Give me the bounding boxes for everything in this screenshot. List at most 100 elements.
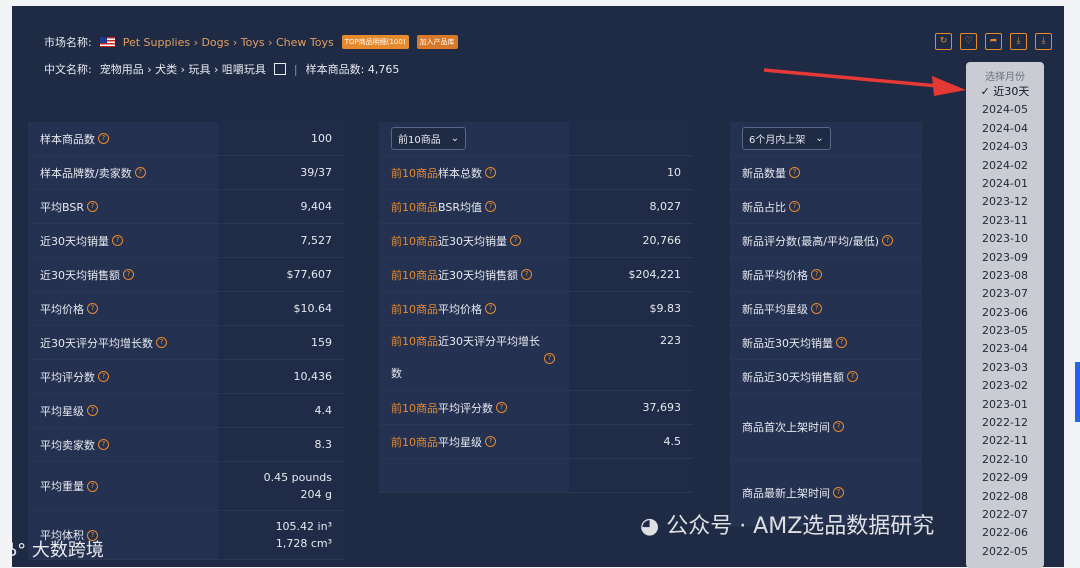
listing-period-select[interactable]: 6个月内上架 ⌄ — [742, 127, 831, 150]
new-product-label: 商品首次上架时间? — [730, 394, 922, 459]
month-dropdown[interactable]: 选择月份 ✓ 近30天 2024-05 2024-04 2024-03 2024-02 2… — [966, 62, 1044, 568]
month-option[interactable]: 2023-03 — [966, 359, 1044, 377]
heart-icon[interactable]: ♡ — [960, 33, 977, 50]
new-product-label: 新品数量? — [730, 156, 922, 189]
help-icon[interactable]: ? — [485, 436, 496, 447]
help-icon[interactable]: ? — [836, 337, 847, 348]
help-icon[interactable]: ? — [510, 235, 521, 246]
month-option-label: 2024-01 — [982, 176, 1028, 190]
top10-prefix: 前10商品 — [391, 200, 438, 214]
help-icon[interactable]: ? — [521, 269, 532, 280]
stat-row: 近30天均销量? 7,527 — [28, 224, 344, 258]
help-icon[interactable]: ? — [123, 269, 134, 280]
stat-row: 近30天均销售额? $77,607 — [28, 258, 344, 292]
stat-label: 近30天评分平均增长数? — [28, 326, 218, 359]
month-option[interactable]: 2023-09 — [966, 249, 1044, 267]
month-option[interactable]: 2022-07 — [966, 506, 1044, 524]
stat-value-text: $77,607 — [286, 268, 333, 281]
top10-row: 前10商品平均价格? $9.83 — [379, 292, 693, 326]
top10-metric: 近30天均销量 — [438, 234, 507, 248]
download-icon[interactable]: ⤓ — [1010, 33, 1027, 50]
month-option[interactable]: 2024-02 — [966, 157, 1044, 175]
help-icon[interactable]: ? — [98, 371, 109, 382]
help-icon[interactable]: ? — [496, 402, 507, 413]
new-product-label: 新品近30天均销量? — [730, 326, 922, 359]
help-icon[interactable]: ? — [87, 303, 98, 314]
stat-label: 平均星级? — [28, 394, 218, 427]
help-icon[interactable]: ? — [789, 201, 800, 212]
help-icon[interactable]: ? — [882, 235, 893, 246]
stat-label: 近30天均销售额? — [28, 258, 218, 291]
month-option-label: 2024-04 — [982, 121, 1028, 135]
month-option[interactable]: 2022-12 — [966, 414, 1044, 432]
month-option-label: 2022-06 — [982, 526, 1028, 540]
month-option[interactable]: 2023-04 — [966, 340, 1044, 358]
month-option[interactable]: 2023-01 — [966, 396, 1044, 414]
month-option[interactable]: ✓ 近30天 — [966, 83, 1044, 101]
month-option[interactable]: 2022-05 — [966, 543, 1044, 561]
brand-logo: ʖ° 大数跨境 — [8, 536, 104, 562]
stat-value: 159 — [218, 326, 344, 359]
month-option[interactable]: 2023-02 — [966, 377, 1044, 395]
help-icon[interactable]: ? — [98, 439, 109, 450]
help-icon[interactable]: ? — [833, 487, 844, 498]
wechat-watermark: ◕ 公众号 · AMZ选品数据研究 — [640, 508, 934, 540]
share-icon[interactable]: ➦ — [985, 33, 1002, 50]
empty-row — [379, 459, 693, 493]
help-icon[interactable]: ? — [87, 405, 98, 416]
external-link-icon[interactable] — [273, 63, 286, 75]
top10-column: 前10商品 ⌄ 前10商品样本总数? 10 前10商品BSR均值? 8,027 前10商品… — [379, 122, 693, 493]
top10-label: 前10商品样本总数? — [379, 156, 569, 189]
month-option[interactable]: 2024-01 — [966, 175, 1044, 193]
toolbar-icons: ↻ ♡ ➦ ⤓ ⤓ — [935, 33, 1052, 50]
divider: | — [293, 62, 298, 76]
top10-label-text: 前10商品近30天评分平均增长数 — [391, 326, 541, 390]
help-icon[interactable]: ? — [156, 337, 167, 348]
category-breadcrumb[interactable]: Pet Supplies › Dogs › Toys › Chew Toys — [123, 36, 334, 49]
help-icon[interactable]: ? — [544, 352, 555, 364]
month-option[interactable]: 2023-12 — [966, 193, 1044, 211]
top10-label-text: 前10商品近30天均销量 — [391, 233, 507, 249]
scroll-indicator[interactable] — [1075, 362, 1080, 422]
stat-value-line: 204 g — [300, 488, 332, 501]
help-icon[interactable]: ? — [86, 201, 98, 212]
month-option[interactable]: 2024-05 — [966, 101, 1044, 119]
month-option[interactable]: 2022-11 — [966, 432, 1044, 450]
month-option[interactable]: 2023-06 — [966, 304, 1044, 322]
month-option[interactable]: 2022-10 — [966, 451, 1044, 469]
month-option[interactable]: 2023-05 — [966, 322, 1044, 340]
month-option[interactable]: 2024-04 — [966, 120, 1044, 138]
top-products-badge[interactable]: TOP商品明细(100) — [341, 35, 409, 49]
help-icon[interactable]: ? — [833, 421, 844, 432]
download-alt-icon[interactable]: ⤓ — [1035, 33, 1052, 50]
help-icon[interactable]: ? — [485, 167, 496, 178]
month-option[interactable]: 2022-09 — [966, 469, 1044, 487]
stat-label-text: 平均星级 — [40, 404, 84, 418]
help-icon[interactable]: ? — [847, 371, 858, 382]
top10-label-text: 前10商品平均星级 — [391, 434, 482, 450]
help-icon[interactable]: ? — [811, 269, 822, 280]
top10-select[interactable]: 前10商品 ⌄ — [391, 127, 467, 150]
help-icon[interactable]: ? — [112, 235, 123, 246]
new-product-row: 新品评分数(最高/平均/最低)? — [730, 224, 922, 258]
help-icon[interactable]: ? — [87, 480, 98, 492]
help-icon[interactable]: ? — [789, 167, 800, 178]
month-option[interactable]: 2022-08 — [966, 488, 1044, 506]
top10-value-text: 223 — [660, 334, 681, 347]
month-option[interactable]: 2023-11 — [966, 212, 1044, 230]
add-to-library-button[interactable]: 加入产品库 — [416, 35, 458, 49]
month-option[interactable]: 2024-03 — [966, 138, 1044, 156]
top10-row: 前10商品近30天评分平均增长数? 223 — [379, 326, 693, 391]
help-icon[interactable]: ? — [98, 133, 109, 144]
month-option[interactable]: 2023-08 — [966, 267, 1044, 285]
month-option[interactable]: 2023-10 — [966, 230, 1044, 248]
help-icon[interactable]: ? — [134, 167, 146, 178]
help-icon[interactable]: ? — [484, 201, 496, 212]
month-option[interactable]: 2022-06 — [966, 524, 1044, 542]
month-option[interactable]: 2023-07 — [966, 285, 1044, 303]
month-option-label: 2023-02 — [982, 379, 1028, 393]
stat-label: 样本商品数? — [28, 122, 218, 155]
help-icon[interactable]: ? — [485, 303, 496, 314]
help-icon[interactable]: ? — [811, 303, 822, 314]
refresh-icon[interactable]: ↻ — [935, 33, 952, 50]
